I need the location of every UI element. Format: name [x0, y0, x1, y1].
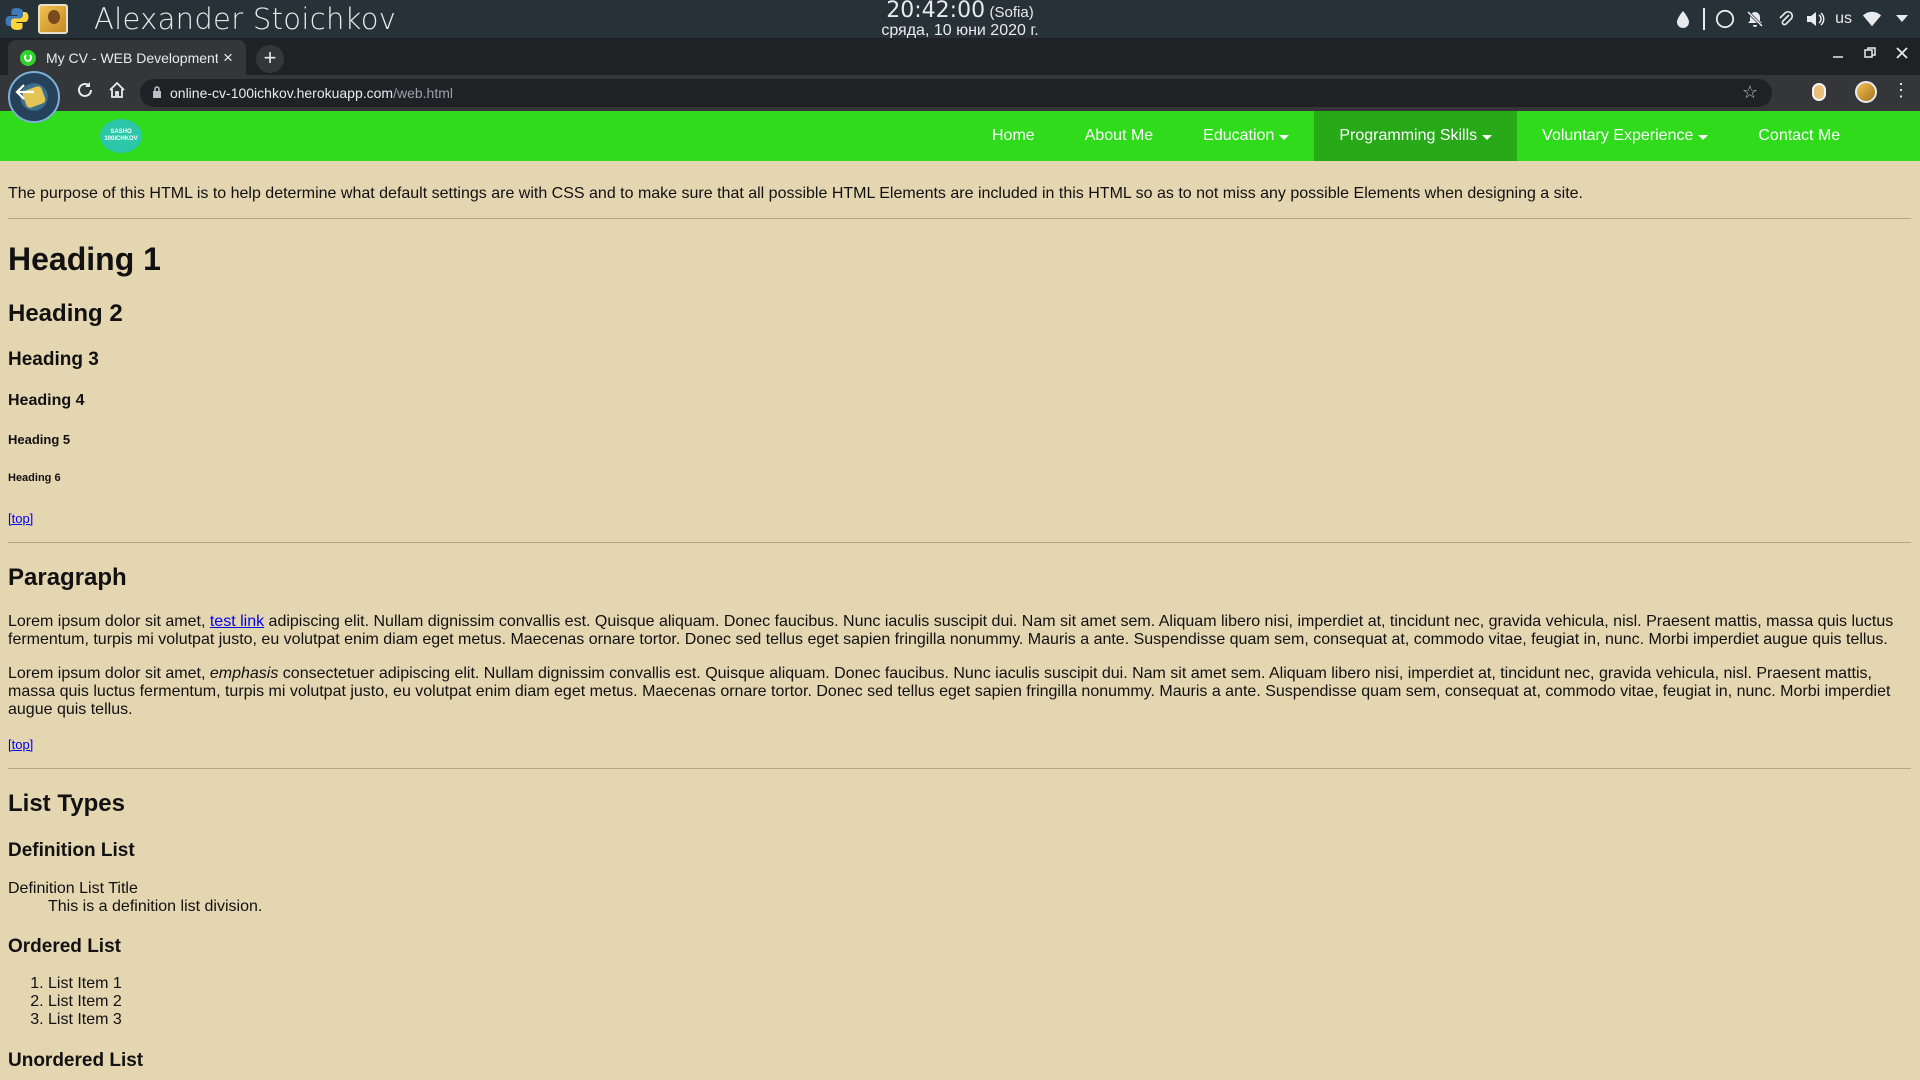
- nav-label: Education: [1203, 127, 1275, 144]
- divider: [8, 768, 1911, 769]
- definition-list-heading: Definition List: [8, 840, 135, 861]
- home-icon[interactable]: [108, 81, 126, 105]
- lorem-paragraph-2: Lorem ipsum dolor sit amet, emphasis con…: [8, 665, 1911, 719]
- unordered-list-heading: Unordered List: [8, 1050, 144, 1071]
- list-types-heading: List Types: [8, 790, 125, 817]
- p1-text-start: Lorem ipsum dolor sit amet,: [8, 613, 210, 630]
- site-navbar: SASHO 100ICHKOV Home About Me Education …: [0, 111, 1920, 161]
- wifi-icon[interactable]: [1862, 9, 1882, 29]
- url-path: /web.html: [393, 85, 454, 101]
- nav-label: Home: [992, 127, 1035, 144]
- system-tray: us: [1673, 6, 1912, 32]
- list-item: 1. List Item 1: [30, 975, 122, 992]
- bookmark-star-icon[interactable]: ☆: [1742, 82, 1758, 103]
- os-timezone: (Sofia): [989, 4, 1034, 21]
- caret-down-icon: [1482, 134, 1493, 140]
- os-top-bar: Alexander Stoichkov 20:42:00 (Sofia) сря…: [0, 0, 1920, 39]
- nav-label: Contact Me: [1758, 127, 1841, 144]
- p2-text-rest: consectetuer adipiscing elit. Nullam dig…: [8, 665, 1891, 718]
- ordered-list-heading: Ordered List: [8, 936, 121, 957]
- nav-label: About Me: [1084, 127, 1154, 144]
- profile-avatar-icon[interactable]: [1855, 81, 1877, 103]
- tab-title: My CV - WEB Development: [46, 49, 218, 66]
- kebab-menu-icon[interactable]: ⋮: [1892, 80, 1910, 101]
- heading-5: Heading 5: [8, 432, 71, 447]
- os-clock[interactable]: 20:42:00 (Sofia) сряда, 10 юни 2020 г.: [0, 0, 1920, 39]
- os-date: сряда, 10 юни 2020 г.: [881, 22, 1039, 39]
- caret-down-icon: [1279, 134, 1290, 140]
- window-controls: [1832, 46, 1908, 64]
- close-window-icon[interactable]: [1896, 46, 1908, 64]
- caret-down-icon: [1698, 134, 1709, 140]
- list-item-text: List Item 2: [48, 993, 122, 1010]
- divider: [8, 218, 1911, 219]
- intro-paragraph: The purpose of this HTML is to help dete…: [8, 185, 1583, 202]
- extension-icon[interactable]: [1812, 83, 1826, 101]
- heading-2: Heading 2: [8, 300, 123, 327]
- paperclip-icon[interactable]: [1775, 9, 1795, 29]
- circle-icon[interactable]: [1715, 9, 1735, 29]
- reload-icon[interactable]: [76, 81, 94, 105]
- p2-text-start: Lorem ipsum dolor sit amet,: [8, 665, 210, 682]
- ordered-list: 1. List Item 1 2. List Item 2 3. List It…: [8, 975, 122, 1029]
- site-favicon-icon: [20, 49, 36, 66]
- heading-6: Heading 6: [8, 472, 61, 484]
- lock-icon[interactable]: [152, 85, 162, 101]
- minimize-icon[interactable]: [1832, 46, 1844, 64]
- definition-title: Definition List Title: [8, 880, 138, 897]
- new-tab-button[interactable]: +: [256, 45, 284, 73]
- site-logo[interactable]: SASHO 100ICHKOV: [100, 119, 142, 153]
- tray-separator: [1703, 8, 1706, 30]
- nav-about-me[interactable]: About Me: [1060, 111, 1178, 161]
- lorem-paragraph-1: Lorem ipsum dolor sit amet, test link ad…: [8, 613, 1911, 649]
- heading-1: Heading 1: [8, 241, 161, 277]
- drop-icon[interactable]: [1673, 9, 1693, 29]
- emphasis-text: emphasis: [209, 665, 279, 682]
- os-time: 20:42:00: [886, 0, 986, 23]
- nav-menu: Home About Me Education Programming Skil…: [967, 111, 1865, 161]
- list-item-text: List Item 3: [48, 1011, 122, 1028]
- p1-text-rest: adipiscing elit. Nullam dignissim conval…: [8, 613, 1894, 648]
- definition-description: This is a definition list division.: [48, 898, 263, 915]
- heading-4: Heading 4: [8, 392, 85, 409]
- nav-label: Voluntary Experience: [1542, 127, 1694, 144]
- divider: [8, 542, 1911, 543]
- top-link[interactable]: [top]: [8, 737, 33, 752]
- top-link[interactable]: [top]: [8, 511, 33, 526]
- list-item: 3. List Item 3: [30, 1011, 122, 1028]
- chevron-down-icon[interactable]: [1892, 9, 1912, 29]
- volume-icon[interactable]: [1805, 9, 1825, 29]
- browser-tab[interactable]: My CV - WEB Development ×: [8, 40, 246, 75]
- nav-home[interactable]: Home: [967, 111, 1060, 161]
- browser-toolbar: online-cv-100ichkov.herokuapp.com/web.ht…: [0, 71, 1920, 123]
- url-host: online-cv-100ichkov.herokuapp.com: [170, 85, 394, 101]
- paragraph-heading: Paragraph: [8, 564, 127, 591]
- address-bar[interactable]: online-cv-100ichkov.herokuapp.com/web.ht…: [140, 79, 1772, 107]
- browser-tab-strip: My CV - WEB Development × +: [0, 38, 1920, 75]
- nav-contact-me[interactable]: Contact Me: [1733, 111, 1865, 161]
- heading-3: Heading 3: [8, 349, 99, 370]
- tab-close-button[interactable]: ×: [218, 48, 238, 68]
- list-item-text: List Item 1: [48, 975, 122, 992]
- nav-education[interactable]: Education: [1178, 111, 1314, 161]
- restore-icon[interactable]: [1864, 46, 1876, 64]
- nav-label: Programming Skills: [1339, 127, 1478, 144]
- back-arrow-icon[interactable]: [14, 83, 36, 107]
- keyboard-layout[interactable]: us: [1835, 10, 1852, 28]
- test-link[interactable]: test link: [210, 613, 264, 630]
- bell-off-icon[interactable]: [1745, 9, 1765, 29]
- nav-programming-skills[interactable]: Programming Skills: [1314, 111, 1518, 161]
- nav-voluntary-experience[interactable]: Voluntary Experience: [1517, 111, 1733, 161]
- list-item: 2. List Item 2: [30, 993, 122, 1010]
